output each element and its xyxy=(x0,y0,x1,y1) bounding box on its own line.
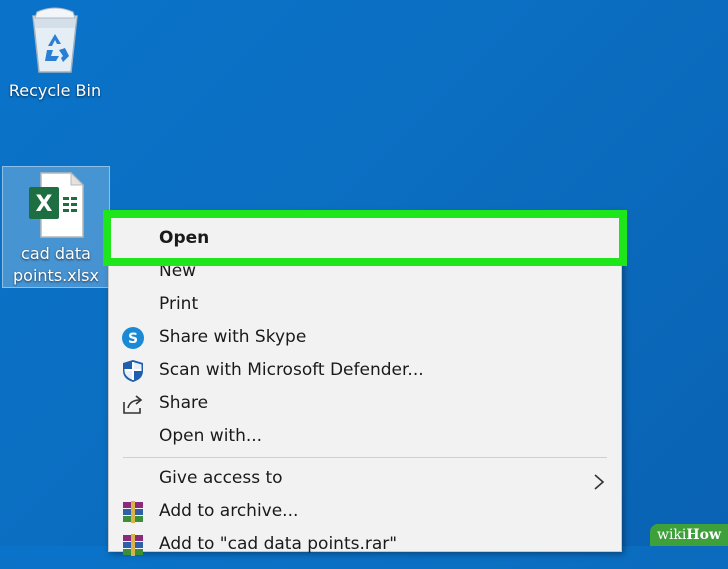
excel-file-icon: X xyxy=(27,171,85,241)
excel-file-shortcut[interactable]: X cad data points.xlsx xyxy=(2,166,110,288)
menu-item-open-with[interactable]: Open with... xyxy=(109,420,621,453)
wikihow-watermark: wikiHow xyxy=(650,524,728,546)
winrar-icon xyxy=(121,533,145,557)
excel-file-label: cad data points.xlsx xyxy=(13,244,99,285)
open-highlight-box xyxy=(103,210,627,266)
menu-item-share-with-skype[interactable]: S Share with Skype xyxy=(109,321,621,354)
menu-item-add-to-rar[interactable]: Add to "cad data points.rar" xyxy=(109,528,621,561)
skype-icon: S xyxy=(121,326,145,350)
winrar-icon xyxy=(121,500,145,524)
watermark-suffix: How xyxy=(686,527,722,543)
defender-shield-icon xyxy=(121,359,145,383)
menu-item-label: Give access to xyxy=(159,468,283,488)
recycle-bin-icon xyxy=(25,6,85,76)
chevron-right-icon xyxy=(593,470,605,490)
recycle-bin-shortcut[interactable]: Recycle Bin xyxy=(4,6,106,102)
menu-item-share[interactable]: Share xyxy=(109,387,621,420)
menu-item-label: Share with Skype xyxy=(159,327,307,347)
menu-item-add-to-archive[interactable]: Add to archive... xyxy=(109,495,621,528)
menu-item-label: Scan with Microsoft Defender... xyxy=(159,360,424,380)
share-icon xyxy=(121,392,145,416)
menu-item-label: Print xyxy=(159,294,199,314)
watermark-prefix: wiki xyxy=(656,527,687,543)
menu-item-scan-defender[interactable]: Scan with Microsoft Defender... xyxy=(109,354,621,387)
menu-item-label: Add to "cad data points.rar" xyxy=(159,534,398,554)
menu-item-label: Open with... xyxy=(159,426,263,446)
menu-item-print[interactable]: Print xyxy=(109,288,621,321)
menu-separator xyxy=(123,457,607,458)
menu-item-label: Share xyxy=(159,393,209,413)
svg-text:X: X xyxy=(36,192,53,217)
svg-text:S: S xyxy=(128,331,138,347)
menu-item-give-access[interactable]: Give access to xyxy=(109,462,621,495)
recycle-bin-label: Recycle Bin xyxy=(8,81,102,100)
menu-item-label: Add to archive... xyxy=(159,501,299,521)
